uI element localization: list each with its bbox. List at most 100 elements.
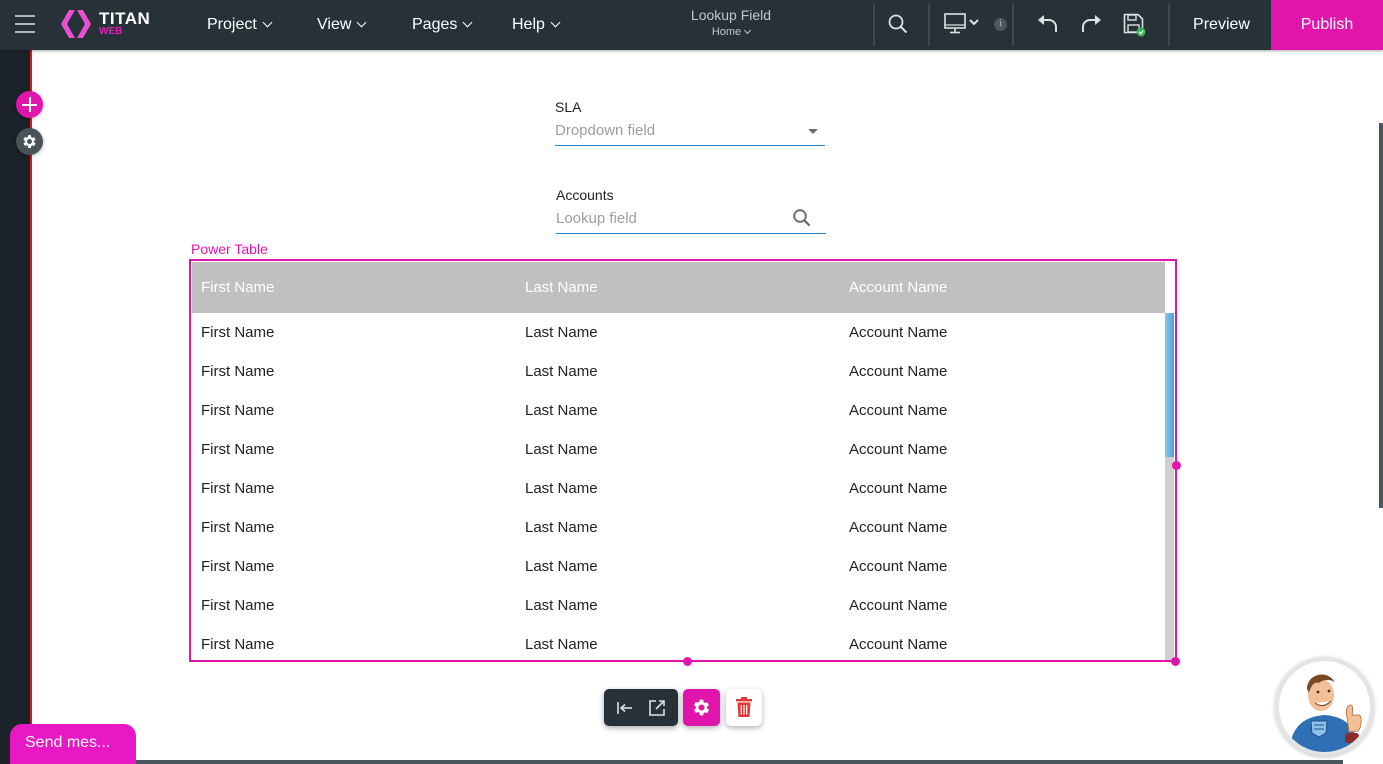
power-table-label: Power Table [191,241,268,257]
table-cell-first-name: First Name [201,558,275,575]
divider [1012,4,1014,46]
redo-button[interactable] [1080,14,1102,39]
table-row[interactable]: First Name Last Name Account Name [192,352,1165,391]
table-row[interactable]: First Name Last Name Account Name [192,586,1165,625]
chevron-down-icon [550,17,561,28]
mascot-avatar-icon [1289,674,1362,752]
menu-pages[interactable]: Pages [412,0,473,50]
info-icon[interactable]: i [994,18,1007,31]
publish-button[interactable]: Publish [1271,0,1383,50]
menu-help[interactable]: Help [512,0,561,50]
desktop-icon [944,13,979,34]
table-cell-last-name: Last Name [525,519,598,536]
column-header-first-name[interactable]: First Name [201,262,274,313]
divider [928,4,930,46]
page-selector-label: Home [711,26,742,38]
accounts-lookup-field[interactable]: Lookup field [556,206,826,234]
resize-handle-corner[interactable] [1171,657,1180,666]
undo-button[interactable] [1037,14,1059,39]
table-cell-first-name: First Name [201,363,275,380]
assistant-mascot-button[interactable] [1275,657,1374,756]
top-bar: TITAN WEB Project View Pages Help Lookup… [0,0,1383,50]
table-cell-last-name: Last Name [525,636,598,653]
column-header-last-name[interactable]: Last Name [525,262,598,313]
sla-dropdown[interactable]: Dropdown field [555,118,825,146]
page-settings-button[interactable] [16,128,43,155]
table-cell-last-name: Last Name [525,324,598,341]
table-cell-account-name: Account Name [849,402,948,419]
table-cell-first-name: First Name [201,324,275,341]
trash-icon [736,697,752,717]
table-cell-account-name: Account Name [849,519,948,536]
menu-help-label: Help [512,16,545,33]
page-horizontal-scrollbar[interactable] [133,760,1343,764]
undo-icon [1038,15,1057,32]
scrollbar-spacer [1165,262,1174,313]
lookup-search-button[interactable] [792,208,812,233]
resize-handle-bottom[interactable] [683,657,692,666]
table-cell-first-name: First Name [201,636,275,653]
search-button[interactable] [888,14,908,39]
gear-icon [693,699,710,716]
menu-icon[interactable] [15,15,35,33]
chevron-down-icon [462,17,473,28]
table-cell-first-name: First Name [201,480,275,497]
table-scrollbar-thumb[interactable] [1165,313,1174,457]
table-cell-account-name: Account Name [849,597,948,614]
resize-handle-right[interactable] [1172,461,1181,470]
divider [1168,4,1170,46]
preview-button[interactable]: Preview [1172,0,1271,50]
chevron-down-icon [356,17,367,28]
align-left-button[interactable] [616,700,634,737]
brand-sub: WEB [99,26,123,37]
table-cell-last-name: Last Name [525,480,598,497]
table-cell-account-name: Account Name [849,441,948,458]
table-row[interactable]: First Name Last Name Account Name [192,508,1165,547]
table-row[interactable]: First Name Last Name Account Name [192,430,1165,469]
table-cell-account-name: Account Name [849,636,948,653]
table-cell-account-name: Account Name [849,558,948,575]
power-table[interactable]: First Name Last Name Account Name First … [189,259,1177,662]
add-element-button[interactable] [16,91,43,118]
chevron-down-icon [744,26,752,35]
sla-placeholder: Dropdown field [555,122,656,139]
page-vertical-scrollbar[interactable] [1379,123,1383,508]
sla-label: SLA [555,99,582,115]
table-row[interactable]: First Name Last Name Account Name [192,313,1165,352]
table-cell-account-name: Account Name [849,480,948,497]
save-button[interactable] [1123,13,1147,42]
accounts-label: Accounts [556,187,614,203]
device-selector[interactable] [944,13,986,40]
align-left-icon [617,702,632,714]
open-external-button[interactable] [648,699,666,736]
menu-view[interactable]: View [317,0,367,50]
element-toolbar [604,689,678,726]
delete-element-button[interactable] [726,689,762,726]
table-cell-last-name: Last Name [525,597,598,614]
table-row[interactable]: First Name Last Name Account Name [192,547,1165,586]
table-row[interactable]: First Name Last Name Account Name [192,391,1165,430]
left-rail [0,50,30,764]
send-message-button[interactable]: Send mes... [10,724,136,764]
accounts-placeholder: Lookup field [556,210,637,227]
menu-pages-label: Pages [412,16,458,33]
open-external-icon [649,700,665,716]
element-settings-button[interactable] [683,689,720,726]
table-cell-account-name: Account Name [849,324,948,341]
chevron-down-icon [262,17,273,28]
menu-project-label: Project [207,16,257,33]
divider [873,4,875,46]
table-cell-account-name: Account Name [849,363,948,380]
menu-project[interactable]: Project [207,0,273,50]
save-icon [1123,13,1146,37]
table-row[interactable]: First Name Last Name Account Name [192,469,1165,508]
table-cell-first-name: First Name [201,402,275,419]
menu-view-label: View [317,16,352,33]
table-row[interactable]: First Name Last Name Account Name [192,625,1165,660]
table-cell-first-name: First Name [201,441,275,458]
page-selector[interactable]: Home [660,26,802,38]
column-header-account-name[interactable]: Account Name [849,262,947,313]
table-header: First Name Last Name Account Name [192,262,1165,313]
caret-down-icon [808,129,818,134]
table-cell-last-name: Last Name [525,441,598,458]
